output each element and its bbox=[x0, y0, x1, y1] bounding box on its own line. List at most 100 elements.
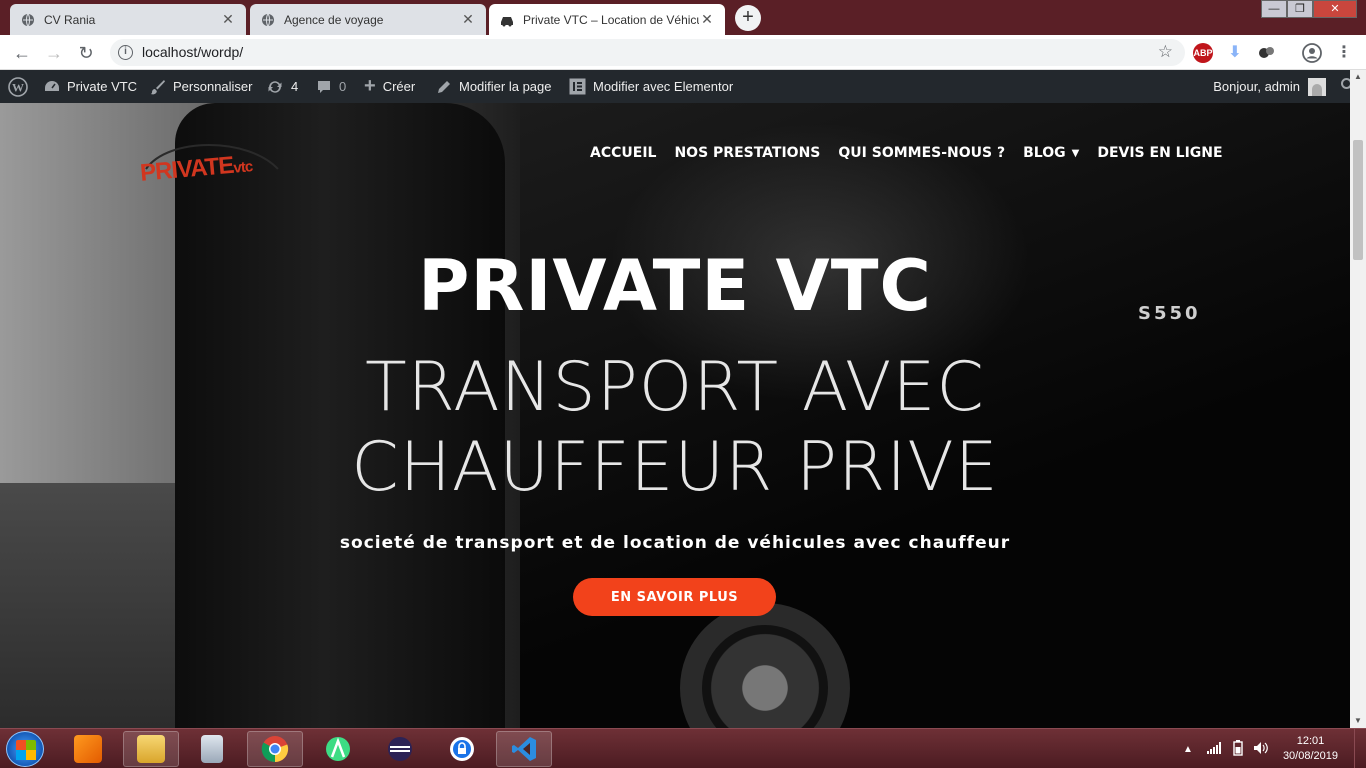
android-studio-icon bbox=[326, 737, 350, 761]
car-icon bbox=[499, 12, 515, 28]
chrome-app[interactable] bbox=[247, 731, 303, 767]
download-icon[interactable]: ⬇ bbox=[1225, 43, 1245, 63]
dashboard-icon bbox=[44, 79, 60, 95]
site-name-label: Private VTC bbox=[67, 79, 138, 94]
adminbar-elementor[interactable]: Modifier avec Elementor bbox=[569, 70, 733, 103]
hero-subtitle: TRANSPORT AVEC CHAUFFEUR PRIVE bbox=[0, 348, 1350, 508]
volume-icon[interactable] bbox=[1253, 741, 1269, 758]
adminbar-comments[interactable]: 0 bbox=[316, 70, 346, 103]
svg-text:W: W bbox=[12, 80, 24, 94]
adminbar-edit-page[interactable]: Modifier la page bbox=[436, 70, 552, 103]
tab-close-icon[interactable]: ✕ bbox=[460, 11, 476, 28]
tab-cv-rania[interactable]: CV Rania ✕ bbox=[10, 4, 246, 35]
adminbar-account: Bonjour, admin bbox=[1213, 70, 1366, 103]
updates-count: 4 bbox=[291, 79, 299, 94]
nav-blog-label: BLOG bbox=[1023, 145, 1066, 161]
adminbar-customize[interactable]: Personnaliser bbox=[150, 70, 253, 103]
adminbar-new[interactable]: + Créer bbox=[364, 70, 415, 103]
system-clock[interactable]: 12:01 30/08/2019 bbox=[1283, 734, 1338, 764]
site-logo[interactable]: PRIVATEvtc bbox=[138, 143, 283, 187]
nav-nos-prestations[interactable]: NOS PRESTATIONS bbox=[674, 145, 820, 161]
elementor-icon bbox=[569, 78, 586, 95]
new-tab-button[interactable]: + bbox=[735, 5, 761, 31]
calculator-icon bbox=[201, 735, 223, 763]
tab-close-icon[interactable]: ✕ bbox=[220, 11, 236, 28]
chrome-icon bbox=[261, 736, 289, 763]
minimize-button[interactable]: — bbox=[1261, 0, 1287, 18]
nav-qui-sommes-nous[interactable]: QUI SOMMES-NOUS ? bbox=[838, 145, 1005, 161]
address-bar[interactable]: i localhost/wordp/ ☆ bbox=[110, 39, 1185, 66]
window-controls: — ❐ ✕ bbox=[1261, 0, 1357, 18]
clock-time: 12:01 bbox=[1296, 735, 1325, 747]
hero-title: PRIVATE VTC bbox=[418, 245, 932, 327]
battery-icon[interactable] bbox=[1233, 739, 1243, 759]
calculator-app[interactable] bbox=[184, 731, 240, 767]
adminbar-updates[interactable]: 4 bbox=[266, 70, 298, 103]
hero-subtitle-line-2: CHAUFFEUR PRIVE bbox=[351, 428, 999, 507]
back-arrow-icon[interactable]: ← bbox=[12, 43, 32, 63]
windows-taskbar: ▲ 12:01 30/08/2019 bbox=[0, 728, 1366, 768]
shield-lock-icon bbox=[450, 737, 474, 761]
hero-subtitle-line-1: TRANSPORT AVEC bbox=[365, 348, 985, 427]
greeting-label[interactable]: Bonjour, admin bbox=[1213, 79, 1300, 94]
site-info-icon[interactable]: i bbox=[118, 45, 133, 60]
vscode-app[interactable] bbox=[496, 731, 552, 767]
en-savoir-plus-button[interactable]: EN SAVOIR PLUS bbox=[573, 578, 776, 616]
page-scrollbar[interactable]: ▲ ▼ bbox=[1350, 70, 1366, 728]
media-player-app-icon[interactable] bbox=[60, 731, 116, 767]
folder-icon bbox=[137, 735, 165, 763]
hero-section: S550 PRIVATEvtc ACCUEIL NOS PRESTATIONS … bbox=[0, 103, 1350, 728]
system-tray: ▲ 12:01 30/08/2019 bbox=[1183, 729, 1366, 768]
browser-tab-strip: CV Rania ✕ Agence de voyage ✕ Private VT… bbox=[0, 0, 1366, 35]
wordpress-logo-icon[interactable]: W bbox=[8, 70, 28, 103]
profile-icon[interactable] bbox=[1302, 43, 1322, 63]
edit-page-label: Modifier la page bbox=[459, 79, 552, 94]
pencil-icon bbox=[436, 79, 452, 95]
tab-private-vtc[interactable]: Private VTC – Location de Véhicu ✕ bbox=[489, 4, 725, 35]
nav-blog[interactable]: BLOG ▼ bbox=[1023, 145, 1079, 161]
close-window-button[interactable]: ✕ bbox=[1313, 0, 1357, 18]
tab-title: Agence de voyage bbox=[284, 12, 384, 27]
nav-accueil[interactable]: ACCUEIL bbox=[590, 145, 656, 161]
scroll-down-arrow-icon[interactable]: ▼ bbox=[1350, 714, 1366, 728]
new-label: Créer bbox=[382, 79, 416, 94]
url-text[interactable]: localhost/wordp/ bbox=[142, 44, 243, 60]
avatar[interactable] bbox=[1308, 77, 1326, 96]
maximize-button[interactable]: ❐ bbox=[1287, 0, 1313, 18]
scrollbar-thumb[interactable] bbox=[1353, 140, 1363, 260]
reload-icon[interactable]: ↻ bbox=[76, 43, 96, 63]
customize-label: Personnaliser bbox=[173, 79, 253, 94]
globe-icon bbox=[20, 12, 36, 28]
vpn-app[interactable] bbox=[434, 731, 490, 767]
show-desktop-button[interactable] bbox=[1354, 729, 1366, 768]
adminbar-site-name[interactable]: Private VTC bbox=[44, 70, 137, 103]
tray-expand-icon[interactable]: ▲ bbox=[1183, 744, 1193, 755]
network-signal-icon[interactable] bbox=[1206, 741, 1223, 757]
browser-toolbar: ← → ↻ i localhost/wordp/ ☆ ABP ⬇ ⋮ bbox=[0, 35, 1366, 70]
bookmark-star-icon[interactable]: ☆ bbox=[1158, 42, 1173, 62]
plus-icon: + bbox=[364, 75, 376, 97]
start-button[interactable] bbox=[6, 731, 44, 767]
adblock-plus-icon[interactable]: ABP bbox=[1193, 43, 1213, 63]
eclipse-icon bbox=[388, 737, 412, 761]
tab-title: Private VTC – Location de Véhicu bbox=[523, 12, 699, 27]
scroll-up-arrow-icon[interactable]: ▲ bbox=[1350, 70, 1366, 84]
eclipse-app[interactable] bbox=[372, 731, 428, 767]
clock-date: 30/08/2019 bbox=[1282, 750, 1338, 762]
elementor-label: Modifier avec Elementor bbox=[593, 79, 734, 94]
android-studio-app[interactable] bbox=[310, 731, 366, 767]
extension-icon[interactable] bbox=[1257, 43, 1277, 63]
file-explorer-app[interactable] bbox=[123, 731, 179, 767]
menu-dots-icon[interactable]: ⋮ bbox=[1334, 43, 1354, 63]
tab-title: CV Rania bbox=[44, 12, 96, 27]
forward-arrow-icon[interactable]: → bbox=[44, 43, 64, 63]
nav-devis-en-ligne[interactable]: DEVIS EN LIGNE bbox=[1097, 145, 1222, 161]
hero-description: societé de transport et de location de v… bbox=[339, 533, 1011, 553]
updates-icon bbox=[266, 79, 284, 95]
brush-icon bbox=[150, 79, 166, 95]
media-player-icon bbox=[74, 735, 102, 763]
main-navigation: ACCUEIL NOS PRESTATIONS QUI SOMMES-NOUS … bbox=[590, 145, 1241, 161]
tab-close-icon[interactable]: ✕ bbox=[699, 11, 715, 28]
tab-agence-de-voyage[interactable]: Agence de voyage ✕ bbox=[250, 4, 486, 35]
chevron-down-icon: ▼ bbox=[1071, 147, 1080, 159]
